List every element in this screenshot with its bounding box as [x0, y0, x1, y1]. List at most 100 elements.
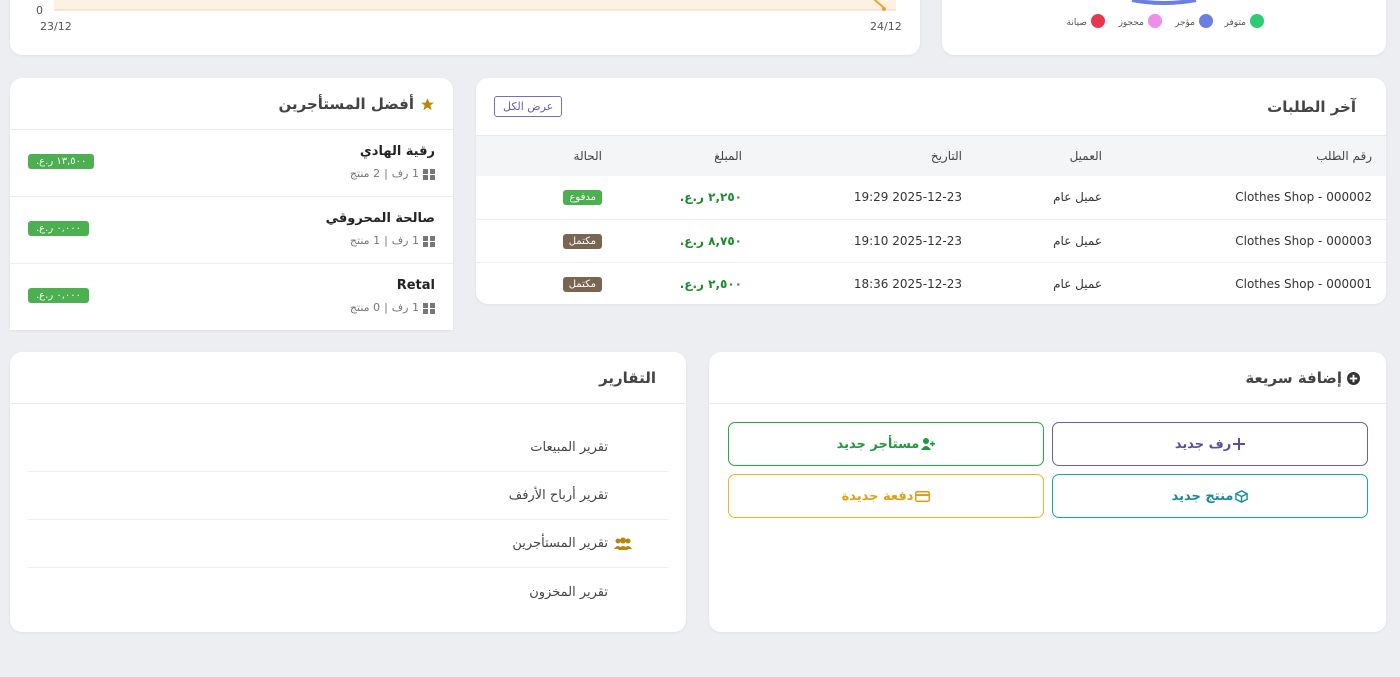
renter-name: Retal [396, 278, 435, 293]
renter-amount-badge: ٠,٠٠٠ ر.ع. [28, 221, 90, 236]
top-renters-title: أفضل المستأجرين [278, 94, 414, 113]
meta-separator: | [384, 167, 388, 180]
chart-area-fill [54, 0, 896, 10]
quick-add-header: إضافة سريعة [709, 352, 1386, 404]
order-date: 2025-12-23 19:29 [756, 176, 976, 220]
user-plus-icon [921, 437, 936, 452]
renter-name: صالحة المحروقي [325, 211, 435, 226]
new-shelf-button[interactable]: رف جديد [1052, 422, 1368, 466]
credit-card-icon [915, 489, 931, 504]
new-product-label: منتج جديد [1171, 488, 1234, 504]
order-number: Clothes Shop - 000003 [1116, 219, 1386, 263]
new-payment-button[interactable]: دفعة جديدة [728, 474, 1044, 518]
renter-row[interactable]: رقية الهادي 1 رف | 2 منتج ١٣,٥٠٠ ر.ع. [10, 130, 453, 197]
renter-name: رقية الهادي [359, 144, 435, 159]
report-label: تقرير أرباح الأرفف [508, 488, 608, 503]
renter-shelves: 1 رف [391, 234, 419, 247]
renter-products: 1 منتج [349, 234, 381, 247]
grid-icon [423, 234, 435, 247]
plus-icon [1233, 437, 1246, 452]
col-date: التاريخ [756, 136, 976, 176]
reports-list: تقرير المبيعات تقرير أرباح الأرفف تقرير … [10, 404, 686, 616]
x-tick-label-start: 23/12 [40, 20, 72, 33]
new-renter-label: مستأجر جديد [836, 436, 920, 452]
order-date: 2025-12-23 19:10 [756, 219, 976, 263]
order-status-cell: مكتمل [476, 219, 616, 263]
table-row[interactable]: Clothes Shop - 000001 عميل عام 2025-12-2… [476, 262, 1386, 304]
latest-orders-header: آخر الطلبات عرض الكل [476, 78, 1386, 136]
table-row[interactable]: Clothes Shop - 000003 عميل عام 2025-12-2… [476, 219, 1386, 263]
new-renter-button[interactable]: مستأجر جديد [728, 422, 1044, 466]
legend-label-reserved: محجوز [1118, 18, 1145, 28]
report-label: تقرير المبيعات [530, 440, 608, 455]
grid-icon [423, 167, 435, 180]
status-badge: مكتمل [562, 233, 602, 249]
latest-orders-title: آخر الطلبات [1267, 97, 1356, 116]
renter-row[interactable]: صالحة المحروقي 1 رف | 1 منتج ٠,٠٠٠ ر.ع. [10, 197, 453, 264]
legend-item-rented[interactable]: مؤجر [1174, 14, 1213, 28]
col-order-no: رقم الطلب [1116, 136, 1386, 176]
order-number: Clothes Shop - 000001 [1235, 276, 1372, 291]
table-row[interactable]: Clothes Shop - 000002 عميل عام 2025-12-2… [476, 176, 1386, 220]
order-amount: ٢,٥٠٠ ر.ع. [679, 276, 742, 291]
sales-chart-card: 0 23/12 24/12 [10, 0, 920, 55]
order-date: 2025-12-23 18:36 [853, 276, 962, 291]
renter-shelves: 1 رف [391, 301, 419, 314]
status-badge: مكتمل [562, 276, 602, 292]
legend-label-available: متوفر [1224, 18, 1247, 28]
legend-item-maintenance[interactable]: صيانة [1067, 14, 1105, 28]
meta-separator: | [384, 234, 388, 247]
sales-line-chart: 0 23/12 24/12 [36, 0, 902, 33]
order-amount: ٢,٢٥٠ ر.ع. [616, 176, 756, 220]
order-customer: عميل عام [976, 219, 1116, 263]
order-status-cell: مكتمل [476, 262, 616, 304]
report-inventory-link[interactable]: تقرير المخزون [28, 568, 668, 616]
order-number: Clothes Shop - 000002 [1116, 176, 1386, 220]
grid-icon [423, 301, 435, 314]
y-tick-label: 0 [36, 4, 43, 17]
order-status-cell: مدفوع [476, 176, 616, 220]
renter-products: 2 منتج [349, 167, 381, 180]
report-label: تقرير المخزون [529, 584, 608, 600]
legend-swatch-rented [1199, 14, 1213, 28]
new-product-button[interactable]: منتج جديد [1052, 474, 1368, 518]
box-icon [1235, 489, 1249, 504]
report-renters-link[interactable]: تقرير المستأجرين [28, 520, 668, 568]
legend-item-available[interactable]: متوفر [1224, 14, 1264, 28]
orders-table: رقم الطلب العميل التاريخ المبلغ الحالة C… [476, 136, 1386, 304]
renter-meta: 1 رف | 0 منتج [350, 301, 435, 314]
col-customer: العميل [976, 136, 1116, 176]
latest-orders-card: آخر الطلبات عرض الكل رقم الطلب العميل ال… [476, 78, 1386, 304]
top-renters-card: أفضل المستأجرين رقية الهادي 1 رف | 2 منت… [10, 78, 453, 330]
quick-add-card: إضافة سريعة رف جديد مستأجر جديد منتج جدي… [709, 352, 1386, 632]
report-shelf-profits-link[interactable]: تقرير أرباح الأرفف [28, 472, 668, 520]
reports-header: التقارير [10, 352, 686, 404]
legend-label-rented: مؤجر [1174, 18, 1195, 28]
legend-swatch-maintenance [1091, 14, 1105, 28]
legend-item-reserved[interactable]: محجوز [1118, 14, 1162, 28]
new-shelf-label: رف جديد [1174, 436, 1232, 452]
renter-row[interactable]: Retal 1 رف | 0 منتج ٠,٠٠٠ ر.ع. [10, 264, 453, 330]
star-icon [420, 94, 435, 113]
renter-amount-badge: ٠,٠٠٠ ر.ع. [28, 288, 90, 303]
renter-amount-badge: ١٣,٥٠٠ ر.ع. [28, 154, 95, 169]
order-amount: ٨,٧٥٠ ر.ع. [616, 219, 756, 263]
new-payment-label: دفعة جديدة [841, 488, 914, 504]
legend-label-maintenance: صيانة [1067, 18, 1087, 28]
legend-swatch-reserved [1148, 14, 1162, 28]
shelf-status-card: متوفر مؤجر محجوز صيانة [942, 0, 1386, 55]
col-status: الحالة [476, 136, 616, 176]
quick-add-grid: رف جديد مستأجر جديد منتج جديد دفعة جديدة [709, 404, 1386, 536]
view-all-button[interactable]: عرض الكل [494, 96, 563, 117]
report-sales-link[interactable]: تقرير المبيعات [28, 424, 668, 472]
renter-shelves: 1 رف [391, 167, 419, 180]
reports-card: التقارير تقرير المبيعات تقرير أرباح الأر… [10, 352, 686, 632]
table-header-row: رقم الطلب العميل التاريخ المبلغ الحالة [476, 136, 1386, 176]
meta-separator: | [384, 301, 388, 314]
status-badge: مدفوع [563, 190, 602, 206]
col-amount: المبلغ [616, 136, 756, 176]
users-icon [614, 536, 632, 551]
x-tick-label-end: 24/12 [870, 20, 902, 33]
renter-meta: 1 رف | 2 منتج [350, 167, 435, 180]
report-label: تقرير المستأجرين [512, 536, 608, 551]
